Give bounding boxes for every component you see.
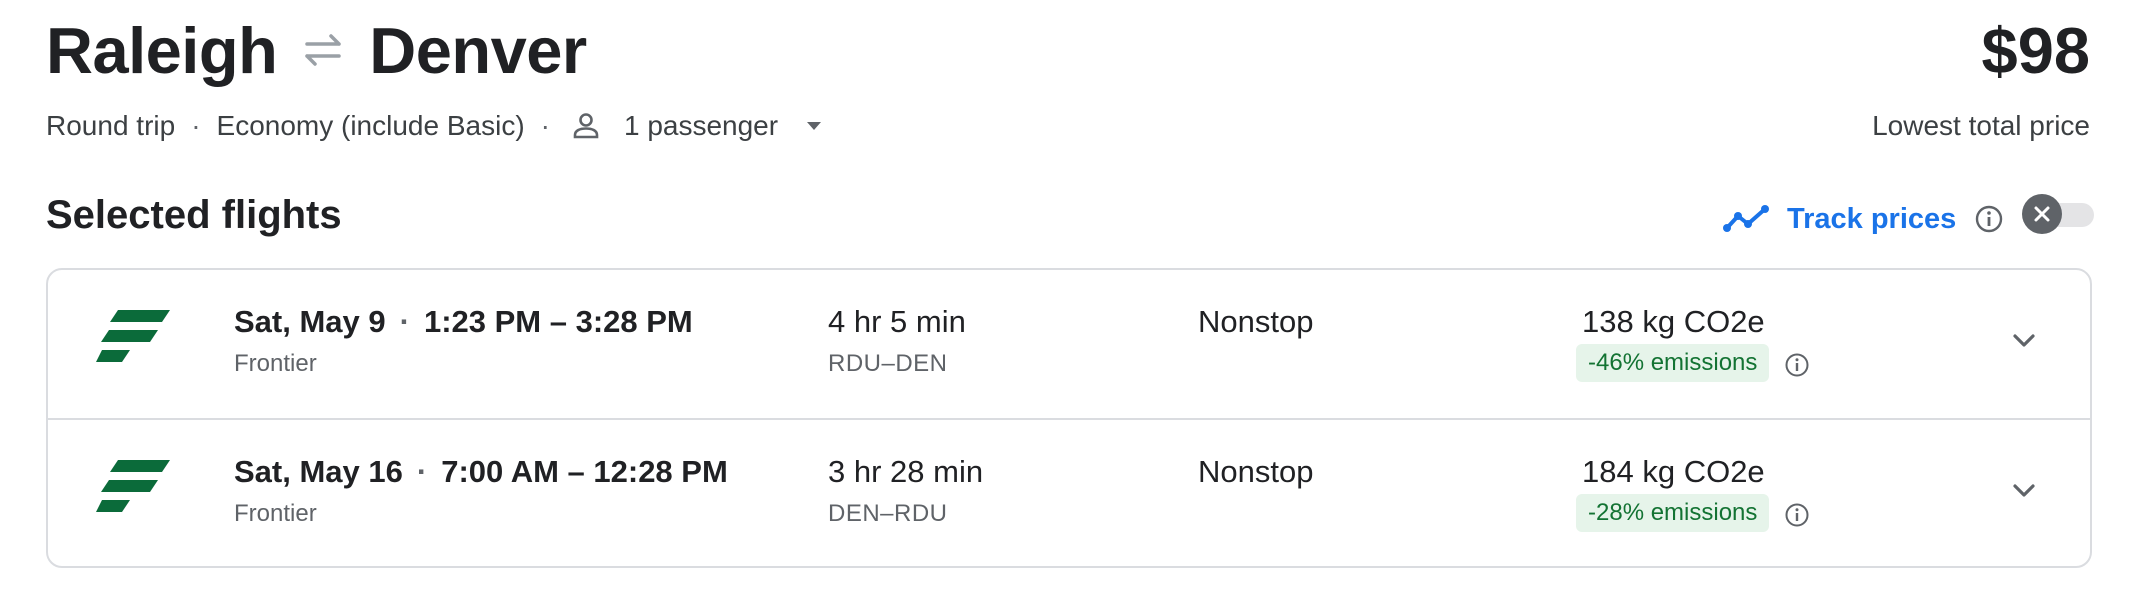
flight-time-range: 7:00 AM – 12:28 PM: [441, 454, 728, 489]
airport-codes: RDU–DEN: [828, 350, 948, 377]
caret-down-icon[interactable]: [802, 114, 826, 138]
passenger-count[interactable]: 1 passenger: [624, 110, 778, 142]
separator: ·: [540, 110, 550, 141]
section-title: Selected flights: [46, 193, 342, 237]
chevron-down-icon[interactable]: [2006, 472, 2042, 508]
stops: Nonstop: [1198, 454, 1314, 489]
info-icon[interactable]: [1784, 502, 1810, 528]
route-title: Raleigh Denver: [46, 12, 587, 88]
track-prices[interactable]: Track prices: [1723, 196, 2004, 242]
co2-amount: 138 kg CO2e: [1582, 304, 1765, 339]
trip-type: Round trip: [46, 110, 176, 141]
info-icon[interactable]: [1974, 204, 2004, 234]
price-caption: Lowest total price: [1872, 110, 2090, 141]
co2-amount: 184 kg CO2e: [1582, 454, 1765, 489]
separator: ·: [416, 454, 428, 489]
frontier-logo-icon: [96, 310, 170, 362]
trip-summary: Round trip · Economy (include Basic) · 1…: [46, 104, 826, 148]
total-price: $98: [1981, 13, 2090, 87]
info-icon[interactable]: [1784, 352, 1810, 378]
close-icon: [2034, 206, 2050, 222]
flight-time-range: 1:23 PM – 3:28 PM: [423, 304, 693, 339]
stops: Nonstop: [1198, 304, 1314, 339]
track-prices-toggle[interactable]: [2022, 194, 2094, 234]
toggle-knob: [2022, 194, 2062, 234]
person-icon: [573, 113, 599, 139]
airline-name: Frontier: [234, 350, 317, 377]
frontier-logo-icon: [96, 460, 170, 512]
chevron-down-icon[interactable]: [2006, 322, 2042, 358]
flight-times: Sat, May 9 · 1:23 PM – 3:28 PM: [234, 304, 693, 340]
swap-arrows-icon: [305, 34, 342, 66]
origin-city: Raleigh: [46, 13, 278, 87]
emissions-badge: -46% emissions: [1576, 344, 1770, 382]
separator: ·: [399, 304, 410, 339]
flight-duration: 4 hr 5 min: [828, 304, 966, 339]
flight-date: Sat, May 9: [234, 304, 386, 339]
destination-city: Denver: [369, 13, 587, 87]
trend-line-icon: [1723, 205, 1769, 232]
airline-name: Frontier: [234, 500, 317, 527]
emissions-badge: -28% emissions: [1576, 494, 1770, 532]
flight-duration: 3 hr 28 min: [828, 454, 984, 489]
flight-row-return[interactable]: Sat, May 16 · 7:00 AM – 12:28 PM Frontier …: [48, 420, 2090, 568]
cabin-class: Economy (include Basic): [216, 110, 525, 141]
airport-codes: DEN–RDU: [828, 500, 948, 527]
track-prices-label[interactable]: Track prices: [1787, 203, 1956, 236]
flight-row-outbound[interactable]: Sat, May 9 · 1:23 PM – 3:28 PM Frontier 4 …: [48, 270, 2090, 418]
flight-times: Sat, May 16 · 7:00 AM – 12:28 PM: [234, 454, 728, 490]
flight-date: Sat, May 16: [234, 454, 403, 489]
separator: ·: [191, 110, 201, 141]
selected-flights-card: Sat, May 9 · 1:23 PM – 3:28 PM Frontier 4 …: [46, 268, 2092, 568]
